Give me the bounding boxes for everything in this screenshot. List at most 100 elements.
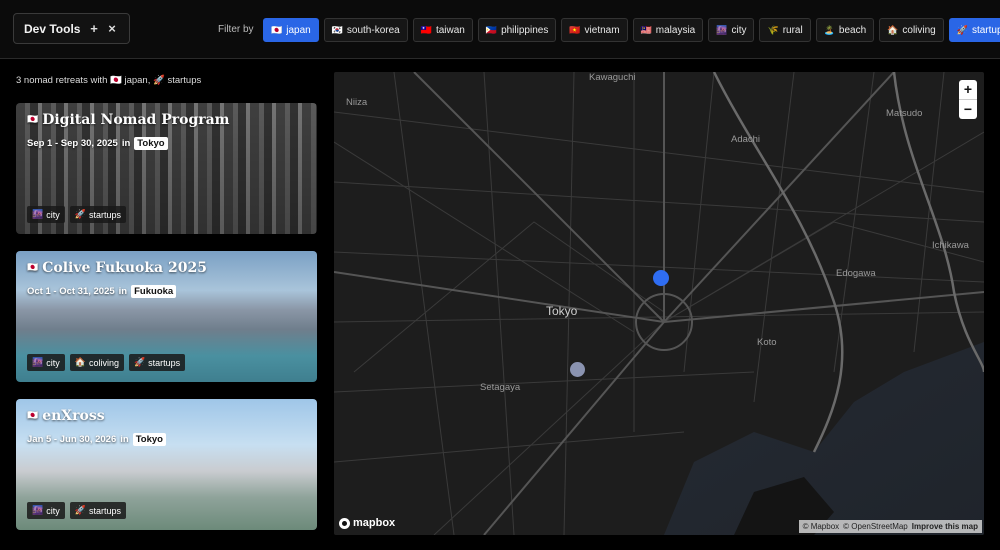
filter-chip-label: south-korea (346, 24, 400, 36)
map-streets (334, 72, 984, 535)
tag-label: startups (88, 209, 121, 220)
filter-chip-rural[interactable]: 🌾 rural (759, 18, 811, 42)
retreat-card-content: 🇯🇵 enXross Jan 5 - Jun 30, 2026 in Tokyo 🌆 cit… (16, 399, 317, 530)
retreat-card-title: 🇯🇵 enXross (27, 408, 306, 424)
retreat-tags: 🌆 city 🚀 startups (27, 206, 126, 223)
tag-emoji-icon: 🚀 (74, 505, 86, 515)
retreat-tag-startups: 🚀 startups (69, 206, 126, 223)
retreat-dates: Sep 1 - Sep 30, 2025 (27, 138, 118, 149)
flag-icon: 🇯🇵 (27, 410, 39, 421)
close-icon[interactable]: × (105, 21, 119, 36)
dev-tools-panel[interactable]: Dev Tools + × (13, 13, 130, 44)
top-bar: Dev Tools + × Filter by 🇯🇵 japan 🇰🇷 south-k… (0, 0, 1000, 59)
filter-chip-label: beach (838, 24, 867, 36)
filter-chip-label: philippines (501, 24, 549, 36)
filter-chip-taiwan[interactable]: 🇹🇼 taiwan (412, 18, 473, 42)
retreat-card[interactable]: 🇯🇵 Colive Fukuoka 2025 Oct 1 - Oct 31, 202… (16, 251, 317, 382)
retreat-tag-city: 🌆 city (27, 502, 65, 519)
tag-emoji-icon: 🌆 (32, 357, 44, 367)
retreat-card-title: 🇯🇵 Colive Fukuoka 2025 (27, 260, 306, 276)
retreat-card-title: 🇯🇵 Digital Nomad Program (27, 112, 306, 128)
retreat-tag-city: 🌆 city (27, 206, 65, 223)
tag-emoji-icon: 🏠 (74, 357, 86, 367)
filter-chip-label: taiwan (435, 24, 465, 36)
retreat-tag-startups: 🚀 startups (69, 502, 126, 519)
filter-chip-label: city (731, 24, 747, 36)
filter-chip-philippines[interactable]: 🇵🇭 philippines (477, 18, 557, 42)
retreat-card[interactable]: 🇯🇵 enXross Jan 5 - Jun 30, 2026 in Tokyo 🌆 cit… (16, 399, 317, 530)
map-marker-selected[interactable] (653, 270, 669, 286)
mapbox-logo-icon (339, 517, 350, 529)
tag-label: startups (88, 505, 121, 516)
retreat-card[interactable]: 🇯🇵 Digital Nomad Program Sep 1 - Sep 30, 2… (16, 103, 317, 234)
tag-label: coliving (88, 357, 119, 368)
attribution-osm-link[interactable]: © OpenStreetMap (843, 522, 908, 531)
filter-chip-vietnam[interactable]: 🇻🇳 vietnam (561, 18, 628, 42)
filter-chip-label: japan (286, 24, 311, 36)
tag-label: city (46, 209, 60, 220)
retreat-in-word: in (118, 286, 128, 297)
filter-chip-label: vietnam (584, 24, 620, 36)
map-label-koto: Koto (757, 337, 777, 348)
retreat-tag-startups: 🚀 startups (128, 354, 186, 371)
retreat-name: Colive Fukuoka 2025 (42, 260, 207, 276)
zoom-out-button[interactable]: − (959, 100, 977, 119)
filter-chip-emoji-icon: 🇹🇼 (420, 24, 432, 35)
attribution-mapbox-link[interactable]: © Mapbox (803, 522, 840, 531)
filter-chip-emoji-icon: 🌾 (767, 24, 779, 35)
filter-chip-label: coliving (902, 24, 936, 36)
filter-chip-malaysia[interactable]: 🇲🇾 malaysia (632, 18, 704, 42)
results-summary: 3 nomad retreats with 🇯🇵 japan, 🚀 startu… (16, 75, 202, 86)
flag-icon: 🇯🇵 (27, 114, 39, 125)
zoom-in-button[interactable]: + (959, 80, 977, 99)
tag-label: city (46, 505, 60, 516)
filter-chip-startups[interactable]: 🚀startups (948, 18, 1000, 42)
tag-label: startups (148, 357, 181, 368)
retreat-tag-coliving: 🏠 coliving (69, 354, 124, 371)
map-label-edogawa: Edogawa (836, 268, 876, 279)
retreat-dates-row: Oct 1 - Oct 31, 2025 in Fukuoka (27, 285, 306, 298)
filter-chip-emoji-icon: 🇲🇾 (640, 24, 652, 35)
tag-emoji-icon: 🌆 (32, 505, 44, 515)
tag-label: city (46, 357, 60, 368)
filter-chip-city[interactable]: 🌆 city (708, 18, 755, 42)
filter-chip-emoji-icon: 🇵🇭 (485, 24, 498, 35)
retreat-name: Digital Nomad Program (42, 112, 230, 128)
retreat-card-content: 🇯🇵 Digital Nomad Program Sep 1 - Sep 30, 2… (16, 103, 317, 234)
filter-chip-coliving[interactable]: 🏠 coliving (879, 18, 944, 42)
retreat-location-badge: Tokyo (132, 433, 166, 446)
mapbox-logo-text: mapbox (353, 517, 396, 529)
retreat-card-content: 🇯🇵 Colive Fukuoka 2025 Oct 1 - Oct 31, 202… (16, 251, 317, 382)
map-label-matsudo: Matsudo (886, 108, 923, 119)
retreat-dates: Oct 1 - Oct 31, 2025 (27, 286, 115, 297)
filter-chip-south-korea[interactable]: 🇰🇷 south-korea (323, 18, 408, 42)
retreat-dates-row: Jan 5 - Jun 30, 2026 in Tokyo (27, 433, 306, 446)
retreat-location-badge: Fukuoka (131, 285, 177, 298)
filter-chip-beach[interactable]: 🏝️ beach (815, 18, 875, 42)
filter-chip-label: startups (971, 24, 1000, 36)
mapbox-logo[interactable]: mapbox (339, 517, 395, 529)
filter-chip-emoji-icon: 🏝️ (823, 24, 835, 35)
filter-label: Filter by (218, 24, 254, 35)
filter-chip-japan[interactable]: 🇯🇵 japan (263, 18, 319, 42)
filter-chip-emoji-icon: 🚀 (956, 24, 968, 35)
retreat-location-badge: Tokyo (134, 137, 168, 150)
map[interactable]: Kawaguchi Niiza Matsudo Adachi Ichikawa … (334, 72, 984, 535)
filter-chip-emoji-icon: 🌆 (716, 24, 728, 35)
retreat-in-word: in (121, 138, 131, 149)
map-label-adachi: Adachi (731, 134, 761, 145)
flag-icon: 🇯🇵 (27, 262, 39, 273)
map-label-niiza: Niiza (346, 97, 368, 108)
filter-chip-label: rural (782, 24, 803, 36)
retreat-tags: 🌆 city 🚀 startups (27, 502, 126, 519)
retreat-name: enXross (42, 408, 105, 424)
tag-emoji-icon: 🌆 (32, 209, 44, 219)
filter-chip-label: malaysia (655, 24, 696, 36)
map-marker[interactable] (570, 362, 585, 377)
map-attribution: © Mapbox © OpenStreetMap Improve this ma… (798, 520, 982, 533)
improve-map-link[interactable]: Improve this map (912, 522, 978, 531)
map-label-tokyo: Tokyo (546, 304, 578, 318)
retreat-dates: Jan 5 - Jun 30, 2026 (27, 434, 117, 445)
plus-icon[interactable]: + (87, 21, 101, 36)
map-label-ichikawa: Ichikawa (932, 240, 969, 251)
